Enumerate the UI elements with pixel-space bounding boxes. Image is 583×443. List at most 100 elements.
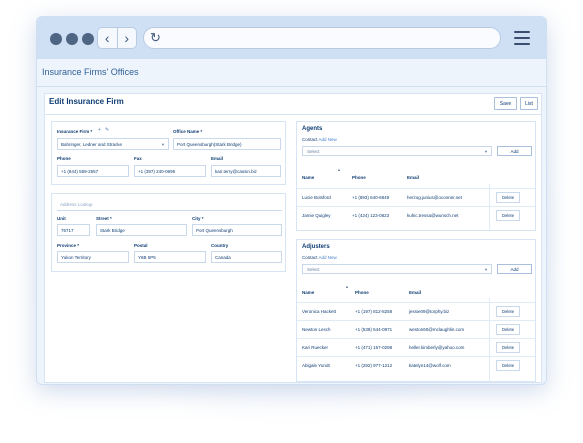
panel-title: Edit Insurance Firm — [49, 97, 124, 106]
page-title: Insurance Firms' Offices — [42, 67, 139, 77]
delete-button[interactable]: Delete — [496, 210, 520, 221]
postal-label: Postal — [134, 243, 148, 248]
sort-caret-icon[interactable]: ▲ — [337, 167, 341, 172]
adjuster-email: jessie09@torphy.biz — [409, 309, 450, 314]
delete-button[interactable]: Delete — [496, 192, 520, 203]
agents-col-email: Email — [407, 175, 420, 180]
table-row: Newton Lesch +1 (538) 544-0971 weston60@… — [297, 320, 535, 338]
adjuster-phone: +1 (292) 977-1212 — [355, 363, 393, 368]
adjusters-contact-select[interactable]: Select ▼ — [302, 264, 492, 274]
address-lookup-input[interactable]: Address Lookup — [57, 199, 282, 211]
unit-label: Unit — [57, 216, 66, 221]
delete-button[interactable]: Delete — [496, 306, 520, 317]
city-field[interactable]: Port Queensburgh — [192, 224, 282, 236]
adjusters-box: Adjusters Contact Add New Select ▼ Add N… — [296, 239, 536, 382]
delete-button[interactable]: Delete — [496, 360, 520, 371]
adjuster-email: heller.kimberly@yahoo.com — [409, 345, 465, 350]
list-button[interactable]: List — [520, 97, 538, 110]
sort-caret-icon[interactable]: ▲ — [345, 284, 349, 289]
reload-icon[interactable]: ↻ — [150, 30, 161, 46]
adjuster-email: weston60@mclaughlin.com — [409, 327, 465, 332]
agents-title: Agents — [302, 126, 323, 132]
street-field[interactable]: Stark Bridge — [96, 224, 187, 236]
edit-icon[interactable]: ✎ — [105, 127, 109, 133]
adjusters-contact-label: Contact Add New — [302, 255, 337, 260]
chevron-down-icon: ▼ — [484, 149, 488, 154]
office-name-field[interactable]: Port Queensburgh(Stark Bridge) — [173, 138, 281, 150]
agents-box: Agents Contact Add New Select ▼ Add Name… — [296, 121, 536, 231]
save-button[interactable]: Save — [494, 97, 517, 110]
postal-field[interactable]: Y6B 5P5 — [134, 251, 206, 263]
adjuster-phone: +1 (471) 167-0298 — [355, 345, 393, 350]
adjusters-col-email: Email — [409, 290, 422, 295]
agents-col-phone: Phone — [352, 175, 366, 180]
edit-firm-panel: Edit Insurance Firm Save List Insurance … — [44, 93, 542, 383]
agent-phone: +1 (893) 640-6849 — [352, 195, 390, 200]
table-row: Jamie Quigley +1 (424) 123-0823 kuhic.tr… — [297, 206, 535, 224]
email-label: Email — [211, 156, 224, 161]
address-bar[interactable]: ↻ — [143, 27, 501, 49]
address-box: Address Lookup Unit 76717 Street * Stark… — [51, 193, 286, 272]
divider — [45, 114, 541, 115]
table-row: Veronica Hackett +1 (197) 812-8258 jessi… — [297, 302, 535, 320]
city-label: City * — [192, 216, 204, 221]
province-field[interactable]: Yukon Territory — [57, 251, 129, 263]
agent-email: herzog.junius@oconner.net — [407, 195, 462, 200]
contact-label: Contact — [302, 255, 318, 260]
country-label: Country — [211, 243, 229, 248]
table-row: Abigale Yundt +1 (292) 977-1212 katelyn1… — [297, 356, 535, 374]
agents-add-new-link[interactable]: Add New — [319, 137, 337, 142]
chevron-left-icon[interactable]: ‹ — [98, 28, 118, 48]
select-placeholder: Select — [307, 266, 320, 272]
phone-field[interactable]: +1 (844) 559-2557 — [57, 165, 129, 177]
unit-field[interactable]: 76717 — [57, 224, 90, 236]
adjuster-phone: +1 (197) 812-8258 — [355, 309, 393, 314]
insurance-firm-select[interactable]: Bahringer, Ledner and Stracke ▼ — [57, 138, 169, 150]
chevron-down-icon: ▼ — [161, 142, 165, 147]
delete-button[interactable]: Delete — [496, 324, 520, 335]
email-field[interactable]: kari.terry@cassin.biz — [211, 165, 281, 177]
table-row: Kari Ruecker +1 (471) 167-0298 heller.ki… — [297, 338, 535, 356]
table-row: Lucie Botsford +1 (893) 640-6849 herzog.… — [297, 188, 535, 206]
agent-name: Jamie Quigley — [302, 213, 331, 218]
adjuster-name: Kari Ruecker — [302, 345, 329, 350]
hamburger-menu-icon[interactable] — [514, 31, 530, 45]
chevron-right-icon[interactable]: › — [118, 28, 137, 48]
fax-label: Fax — [134, 156, 142, 161]
insurance-firm-value: Bahringer, Ledner and Stracke — [61, 141, 123, 147]
agents-contact-select[interactable]: Select ▼ — [302, 146, 492, 156]
adjuster-name: Newton Lesch — [302, 327, 331, 332]
agent-name: Lucie Botsford — [302, 195, 331, 200]
adjusters-title: Adjusters — [302, 244, 330, 250]
browser-toolbar: ‹ › ↻ — [37, 17, 546, 59]
divider — [37, 86, 546, 87]
country-field[interactable]: Canada — [211, 251, 282, 263]
chevron-down-icon: ▼ — [484, 267, 488, 272]
agent-phone: +1 (424) 123-0823 — [352, 213, 390, 218]
window-dot-icon[interactable] — [66, 33, 78, 45]
agents-col-name: Name — [302, 175, 315, 180]
adjusters-add-new-link[interactable]: Add New — [319, 255, 337, 260]
window-dot-icon[interactable] — [50, 33, 62, 45]
adjusters-col-phone: Phone — [355, 290, 369, 295]
delete-button[interactable]: Delete — [496, 342, 520, 353]
select-placeholder: Select — [307, 148, 320, 154]
insurance-firm-label: Insurance Firm * — [57, 129, 93, 134]
adjusters-col-name: Name — [302, 290, 315, 295]
fax-field[interactable]: +1 (397) 240-0695 — [134, 165, 206, 177]
street-label: Street * — [96, 216, 112, 221]
window-dot-icon[interactable] — [82, 33, 94, 45]
browser-window: ‹ › ↻ Insurance Firms' Offices Edit Insu… — [36, 16, 547, 385]
agents-add-button[interactable]: Add — [497, 146, 532, 156]
adjuster-phone: +1 (538) 544-0971 — [355, 327, 393, 332]
adjuster-email: katelyn14@wolf.com — [409, 363, 451, 368]
plus-icon[interactable]: + — [98, 127, 101, 133]
office-name-label: Office Name * — [173, 129, 203, 134]
agents-contact-label: Contact Add New — [302, 137, 337, 142]
province-label: Province * — [57, 243, 80, 248]
agent-email: kuhic.tressa@wunsch.net — [407, 213, 459, 218]
firm-info-box: Insurance Firm * + ✎ Bahringer, Ledner a… — [51, 121, 286, 185]
navigation-buttons: ‹ › — [97, 27, 137, 49]
adjusters-add-button[interactable]: Add — [497, 264, 532, 274]
adjuster-name: Abigale Yundt — [302, 363, 330, 368]
